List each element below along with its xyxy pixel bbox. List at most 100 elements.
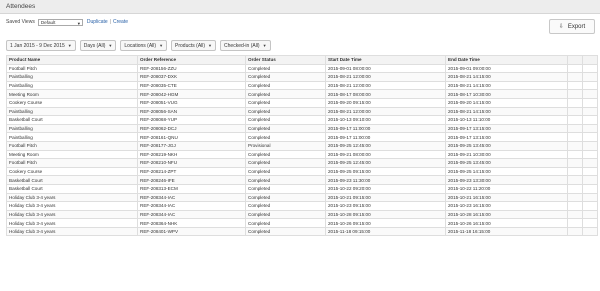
cell-extra (567, 226, 583, 237)
table-row[interactable]: Paintballing REF-208062-DCJ Completed 2015-… (6, 123, 598, 134)
cell-extra (582, 166, 598, 177)
cell-start: 2015-10-28 09:15:00 (325, 209, 446, 220)
cell-end: 2015-09-01 09:00:00 (445, 63, 568, 74)
cell-extra (582, 209, 598, 220)
cell-start: 2015-09-25 12:45:00 (325, 158, 446, 168)
link-separator: | (109, 19, 111, 25)
table-row[interactable]: Holiday Club 3-4 years REF-208364-NHK Comp… (6, 218, 598, 228)
cell-product: Holiday Club 3-4 years (6, 209, 138, 220)
cell-product: Cookery Course (6, 97, 138, 108)
cell-start: 2015-10-26 09:15:00 (325, 218, 446, 228)
column-header-order-reference[interactable]: Order Reference (137, 55, 246, 65)
cell-order-reference: REF-208056-SAN (137, 106, 246, 117)
cell-extra (567, 63, 583, 74)
cell-product: Football Pitch (6, 63, 138, 74)
cell-end: 2015-08-21 14:15:00 (445, 80, 568, 91)
cell-end: 2015-10-26 16:15:00 (445, 218, 568, 228)
table-row[interactable]: Basketball Court REF-208068-YUP Completed 2… (6, 115, 598, 125)
cell-start: 2015-08-21 12:00:00 (325, 72, 446, 82)
cell-product: Holiday Club 3-4 years (6, 192, 138, 203)
cell-order-reference: REF-208051-VUG (137, 97, 246, 108)
table-row[interactable]: Basketball Court REF-208313-ECM Completed 2… (6, 183, 598, 194)
table-row[interactable]: Holiday Club 3-4 years REF-208344-IAC Comp… (6, 201, 598, 211)
products-filter[interactable]: Products (All) ▼ (171, 40, 217, 51)
cell-extra (567, 149, 583, 160)
filter-label: Checked-in (All) (224, 42, 260, 49)
cell-order-reference: REF-208313-ECM (137, 183, 246, 194)
column-header-product[interactable]: Product Name (6, 55, 138, 65)
cell-order-status: Completed (245, 226, 326, 237)
column-header-start[interactable]: Start Date Time (325, 55, 446, 65)
cell-product: Paintballing (6, 132, 138, 142)
cell-extra (567, 218, 583, 228)
cell-product: Holiday Club 3-4 years (6, 218, 138, 228)
cell-start: 2015-10-23 09:15:00 (325, 201, 446, 211)
table-row[interactable]: Meeting Room REF-208219-NKH Completed 2015-… (6, 149, 598, 160)
cell-product: Meeting Room (6, 149, 138, 160)
table-row[interactable]: Paintballing REF-208056-SAN Completed 2015-… (6, 106, 598, 117)
saved-views-select[interactable]: Default ▼ (37, 18, 83, 26)
cell-order-status: Completed (245, 89, 326, 99)
table-row[interactable]: Basketball Court REF-208246-IFE Completed 2… (6, 175, 598, 185)
cell-product: Paintballing (6, 72, 138, 82)
cell-end: 2015-09-23 13:30:00 (445, 175, 568, 185)
cell-extra (582, 192, 598, 203)
cell-order-status: Provisional (245, 140, 326, 151)
column-header-end[interactable]: End Date Time (445, 55, 568, 65)
cell-order-status: Completed (245, 183, 326, 194)
table-row[interactable]: Holiday Club 3-4 years REF-208401-WPV Comp… (6, 226, 598, 237)
cell-extra (582, 115, 598, 125)
table-row[interactable]: Football Pitch REF-208177-JGJ Provisional 2… (6, 140, 598, 151)
export-button[interactable]: ⇩ Export (549, 19, 595, 34)
cell-order-reference: REF-208035-CTE (137, 80, 246, 91)
cell-order-reference: REF-208177-JGJ (137, 140, 246, 151)
cell-start: 2015-08-17 08:00:00 (325, 89, 446, 99)
days-filter[interactable]: Days (All) ▼ (79, 40, 117, 51)
export-label: Export (567, 23, 586, 30)
saved-views-label: Saved Views (6, 19, 35, 25)
table-row[interactable]: Paintballing REF-208037-DXK Completed 2015-… (6, 72, 598, 82)
cell-start: 2015-09-20 09:15:00 (325, 97, 446, 108)
cell-order-reference: REF-208344-IAC (137, 201, 246, 211)
table-row[interactable]: Holiday Club 3-4 years REF-208344-IAC Comp… (6, 209, 598, 220)
cell-product: Paintballing (6, 123, 138, 134)
caret-down-icon: ▼ (159, 43, 164, 48)
caret-down-icon: ▼ (262, 43, 267, 48)
cell-order-reference: REF-208401-WPV (137, 226, 246, 237)
caret-down-icon: ▼ (108, 43, 113, 48)
cell-start: 2015-09-17 11:00:00 (325, 123, 446, 134)
cell-extra (567, 132, 583, 142)
cell-order-status: Completed (245, 72, 326, 82)
cell-order-status: Completed (245, 201, 326, 211)
table-row[interactable]: Holiday Club 3-4 years REF-208344-IAC Comp… (6, 192, 598, 203)
table-row[interactable]: Meeting Room REF-208042-HGM Completed 2015-… (6, 89, 598, 99)
cell-order-reference: REF-208344-IAC (137, 209, 246, 220)
filter-label: 1 Jan 2015 - 9 Dec 2015 (10, 42, 65, 49)
cell-product: Cookery Course (6, 166, 138, 177)
cell-extra (582, 218, 598, 228)
column-header-order-status[interactable]: Order Status (245, 55, 326, 65)
table-row[interactable]: Paintballing REF-208161-QNU Completed 2015-… (6, 132, 598, 142)
table-row[interactable]: Football Pitch REF-208156-ZZU Completed 201… (6, 63, 598, 74)
cell-extra (582, 123, 598, 134)
cell-end: 2015-10-23 16:15:00 (445, 201, 568, 211)
table-row[interactable]: Paintballing REF-208035-CTE Completed 2015-… (6, 80, 598, 91)
table-row[interactable]: Football Pitch REF-208210-NFU Completed 201… (6, 158, 598, 168)
checked-in-filter[interactable]: Checked-in (All) ▼ (220, 40, 271, 51)
locations-filter[interactable]: Locations (All) ▼ (120, 40, 168, 51)
cell-end: 2015-09-25 13:45:00 (445, 140, 568, 151)
chevron-down-icon: ▼ (76, 20, 81, 26)
date-range-filter[interactable]: 1 Jan 2015 - 9 Dec 2015 ▼ (6, 40, 76, 51)
cell-extra (582, 89, 598, 99)
table-row[interactable]: Cookery Course REF-208051-VUG Completed 201… (6, 97, 598, 108)
table-row[interactable]: Cookery Course REF-208214-ZPT Completed 201… (6, 166, 598, 177)
cell-extra (567, 89, 583, 99)
cell-end: 2015-09-17 13:15:00 (445, 132, 568, 142)
cell-extra (567, 123, 583, 134)
duplicate-link[interactable]: Duplicate (87, 19, 108, 25)
cell-order-reference: REF-208042-HGM (137, 89, 246, 99)
create-link[interactable]: Create (113, 19, 128, 25)
cell-start: 2015-09-25 12:45:00 (325, 140, 446, 151)
cell-order-status: Completed (245, 218, 326, 228)
cell-end: 2015-10-28 16:15:00 (445, 209, 568, 220)
